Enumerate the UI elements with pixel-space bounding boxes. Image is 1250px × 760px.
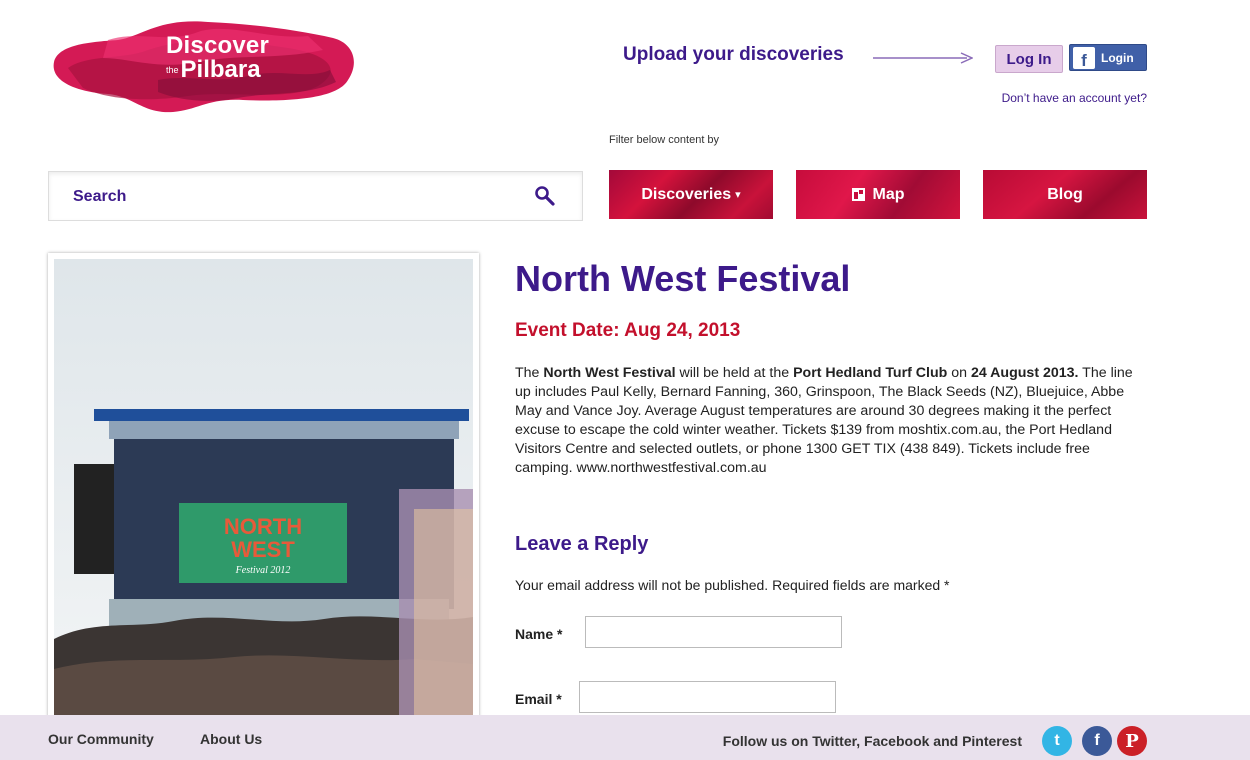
- screen-line2: WEST: [231, 537, 295, 562]
- login-button[interactable]: Log In: [995, 45, 1063, 73]
- festival-photo: NORTH WEST Festival 2012: [54, 259, 473, 729]
- reply-heading: Leave a Reply: [515, 533, 649, 555]
- screen-line1: NORTH: [224, 514, 302, 539]
- body-part: on: [947, 365, 971, 381]
- search-icon[interactable]: [534, 185, 556, 207]
- body-part: The line up includes Paul Kelly, Bernard…: [515, 365, 1133, 476]
- name-label: Name *: [515, 626, 563, 642]
- map-icon: [851, 188, 865, 201]
- signup-link[interactable]: Don’t have an account yet?: [1002, 91, 1147, 105]
- body-bold: North West Festival: [543, 365, 676, 381]
- name-field[interactable]: [585, 616, 842, 648]
- body-bold: Port Hedland Turf Club: [793, 365, 948, 381]
- upload-discoveries-link[interactable]: Upload your discoveries: [623, 44, 844, 66]
- nav-discoveries-label: Discoveries: [641, 185, 732, 203]
- nav-map-label: Map: [872, 185, 905, 203]
- nav-discoveries-button[interactable]: Discoveries ▾: [609, 170, 773, 219]
- email-label: Email *: [515, 691, 562, 707]
- nav-blog-label: Blog: [1047, 185, 1083, 203]
- logo-line2: thePilbara: [166, 58, 269, 82]
- twitter-icon[interactable]: t: [1042, 726, 1072, 756]
- article-photo-frame: NORTH WEST Festival 2012: [48, 253, 479, 729]
- logo-the: the: [166, 65, 179, 76]
- page: Discover thePilbara Upload your discover…: [0, 0, 1250, 760]
- festival-stage-image: NORTH WEST Festival 2012: [54, 259, 473, 729]
- article-body: The North West Festival will be held at …: [515, 364, 1145, 478]
- logo-line1: Discover: [166, 32, 269, 59]
- facebook-login-button[interactable]: f Login: [1069, 44, 1147, 71]
- body-bold: 24 August 2013.: [970, 365, 1079, 381]
- filter-label: Filter below content by: [609, 134, 720, 146]
- facebook-login-label: Login: [1101, 50, 1134, 65]
- footer-link-about[interactable]: About Us: [200, 731, 262, 747]
- footer-link-community[interactable]: Our Community: [48, 731, 154, 747]
- body-part: The: [515, 365, 544, 381]
- arrow-right-icon: [873, 52, 973, 64]
- body-part: will be held at the: [675, 365, 794, 381]
- footer-bar: Our Community About Us Follow us on Twit…: [0, 715, 1250, 760]
- logo-line2-text: Pilbara: [180, 56, 261, 83]
- nav-blog-button[interactable]: Blog: [983, 170, 1147, 219]
- pinterest-icon[interactable]: P: [1117, 726, 1147, 756]
- follow-text: Follow us on Twitter, Facebook and Pinte…: [722, 733, 1022, 749]
- page-title: North West Festival: [515, 258, 851, 299]
- chevron-down-icon: ▾: [735, 189, 741, 201]
- screen-line3: Festival 2012: [235, 565, 291, 576]
- email-field[interactable]: [579, 681, 836, 713]
- site-logo[interactable]: Discover thePilbara: [48, 10, 360, 114]
- facebook-icon: f: [1073, 46, 1095, 69]
- facebook-icon[interactable]: f: [1082, 726, 1112, 756]
- event-date: Event Date: Aug 24, 2013: [515, 320, 741, 341]
- reply-note: Your email address will not be published…: [515, 577, 950, 593]
- nav-map-button[interactable]: Map: [796, 170, 960, 219]
- search-box[interactable]: Search: [48, 171, 583, 221]
- search-input[interactable]: Search: [73, 188, 126, 206]
